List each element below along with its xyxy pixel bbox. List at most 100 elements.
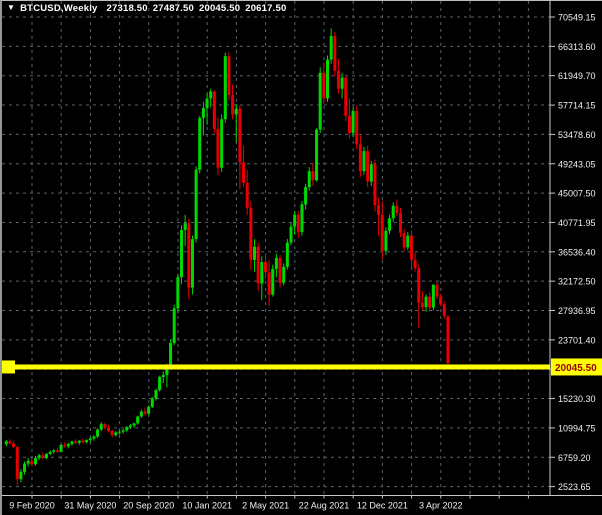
candle-body (271, 269, 274, 295)
candle-body (344, 78, 347, 116)
candle-bull (52, 449, 55, 454)
candle-body (293, 215, 296, 227)
quote-low: 20045.50 (199, 3, 240, 14)
candle-body (180, 230, 183, 277)
candle-bull (293, 211, 296, 234)
hline-price-label: 20045.50 (555, 363, 597, 374)
candlestick-chart[interactable]: 70549.1566313.6061949.7057714.1553478.60… (2, 1, 602, 515)
candle-body (34, 458, 37, 464)
candle-bear (297, 211, 300, 238)
candle-bear (333, 32, 336, 76)
candle-body (315, 130, 318, 181)
candle-bull (162, 371, 165, 383)
candle-body (198, 118, 201, 170)
candle-bear (16, 446, 19, 486)
candle-bull (67, 443, 70, 449)
candle-bear (217, 118, 220, 175)
candle-body (311, 171, 314, 180)
price-axis-label: 45007.50 (558, 189, 596, 199)
candle-bull (406, 232, 409, 250)
candle-body (52, 450, 55, 451)
candle-bear (403, 229, 406, 251)
candle-body (184, 223, 187, 230)
candle-body (176, 277, 179, 308)
candle-bull (5, 440, 8, 446)
candle-bear (439, 294, 442, 306)
hline-bar (2, 364, 550, 369)
candle-bull (384, 227, 387, 255)
candle-body (242, 162, 245, 183)
candle-bull (260, 256, 263, 300)
candle-bull (100, 422, 103, 431)
candle-body (290, 227, 293, 243)
candle-body (49, 452, 52, 454)
candle-body (417, 268, 420, 303)
price-axis-label: 23701.40 (558, 335, 596, 345)
symbol-dropdown-icon[interactable]: ▼ (7, 3, 15, 12)
candle-body (45, 454, 48, 458)
candle-bull (34, 456, 37, 466)
chart-window: ▼ BTCUSD,Weekly 27318.50 27487.50 20045.50 20… (0, 0, 602, 515)
quote-open: 27318.50 (107, 3, 148, 14)
candle-bull (341, 73, 344, 99)
candle-body (249, 208, 252, 260)
time-axis-label: 10 Jan 2021 (182, 501, 232, 511)
candle-bear (242, 146, 245, 188)
candle-body (81, 441, 84, 442)
candle-body (169, 343, 172, 367)
candle-bull (286, 239, 289, 269)
horizontal-price-line[interactable]: 20045.50 (2, 358, 602, 375)
candle-bull (315, 128, 318, 181)
candle-bear (410, 230, 413, 267)
candle-body (260, 262, 263, 283)
candle-bull (300, 201, 303, 236)
candle-body (399, 213, 402, 233)
candle-bull (370, 161, 373, 186)
time-axis-label: 9 Feb 2020 (9, 501, 55, 511)
axis-borders (2, 1, 602, 496)
hline-left-marker (2, 360, 15, 373)
candle-body (209, 91, 212, 98)
candle-body (432, 285, 435, 308)
candle-bull (235, 104, 238, 142)
candle-body (140, 412, 143, 417)
candle-body (16, 447, 19, 479)
candle-bull (253, 239, 256, 272)
candle-body (388, 218, 391, 230)
candle-bear (246, 170, 249, 215)
candle-bull (206, 94, 209, 125)
candle-bear (8, 439, 11, 444)
candle-bear (417, 265, 420, 328)
candle-body (133, 423, 136, 425)
candle-bear (322, 62, 325, 104)
candle-bull (85, 439, 88, 443)
candle-body (122, 430, 125, 431)
candle-bear (74, 439, 77, 444)
symbol-timeframe-label: BTCUSD,Weekly (20, 3, 97, 14)
candle-body (162, 375, 165, 377)
candle-bull (352, 107, 355, 137)
candle-bear (436, 282, 439, 299)
candle-body (392, 206, 395, 218)
candle-bear (249, 201, 252, 270)
candle-body (111, 431, 114, 435)
candle-body (421, 303, 424, 307)
candle-bull (114, 431, 117, 437)
candle-body (300, 204, 303, 232)
price-axis-label: 49243.05 (558, 159, 596, 169)
candle-bear (111, 430, 114, 438)
candle-body (436, 285, 439, 297)
candle-bull (19, 469, 22, 482)
candle-bull (122, 429, 125, 434)
candle-bull (425, 295, 428, 312)
quote-high: 27487.50 (153, 3, 194, 14)
candle-bull (184, 215, 187, 246)
candle-body (74, 441, 77, 442)
candle-bear (63, 442, 66, 448)
candle-bear (107, 425, 110, 433)
candle-bear (399, 208, 402, 237)
candle-body (384, 231, 387, 251)
candle-body (348, 116, 351, 133)
candle-body (147, 407, 150, 414)
candle-bear (311, 163, 314, 186)
